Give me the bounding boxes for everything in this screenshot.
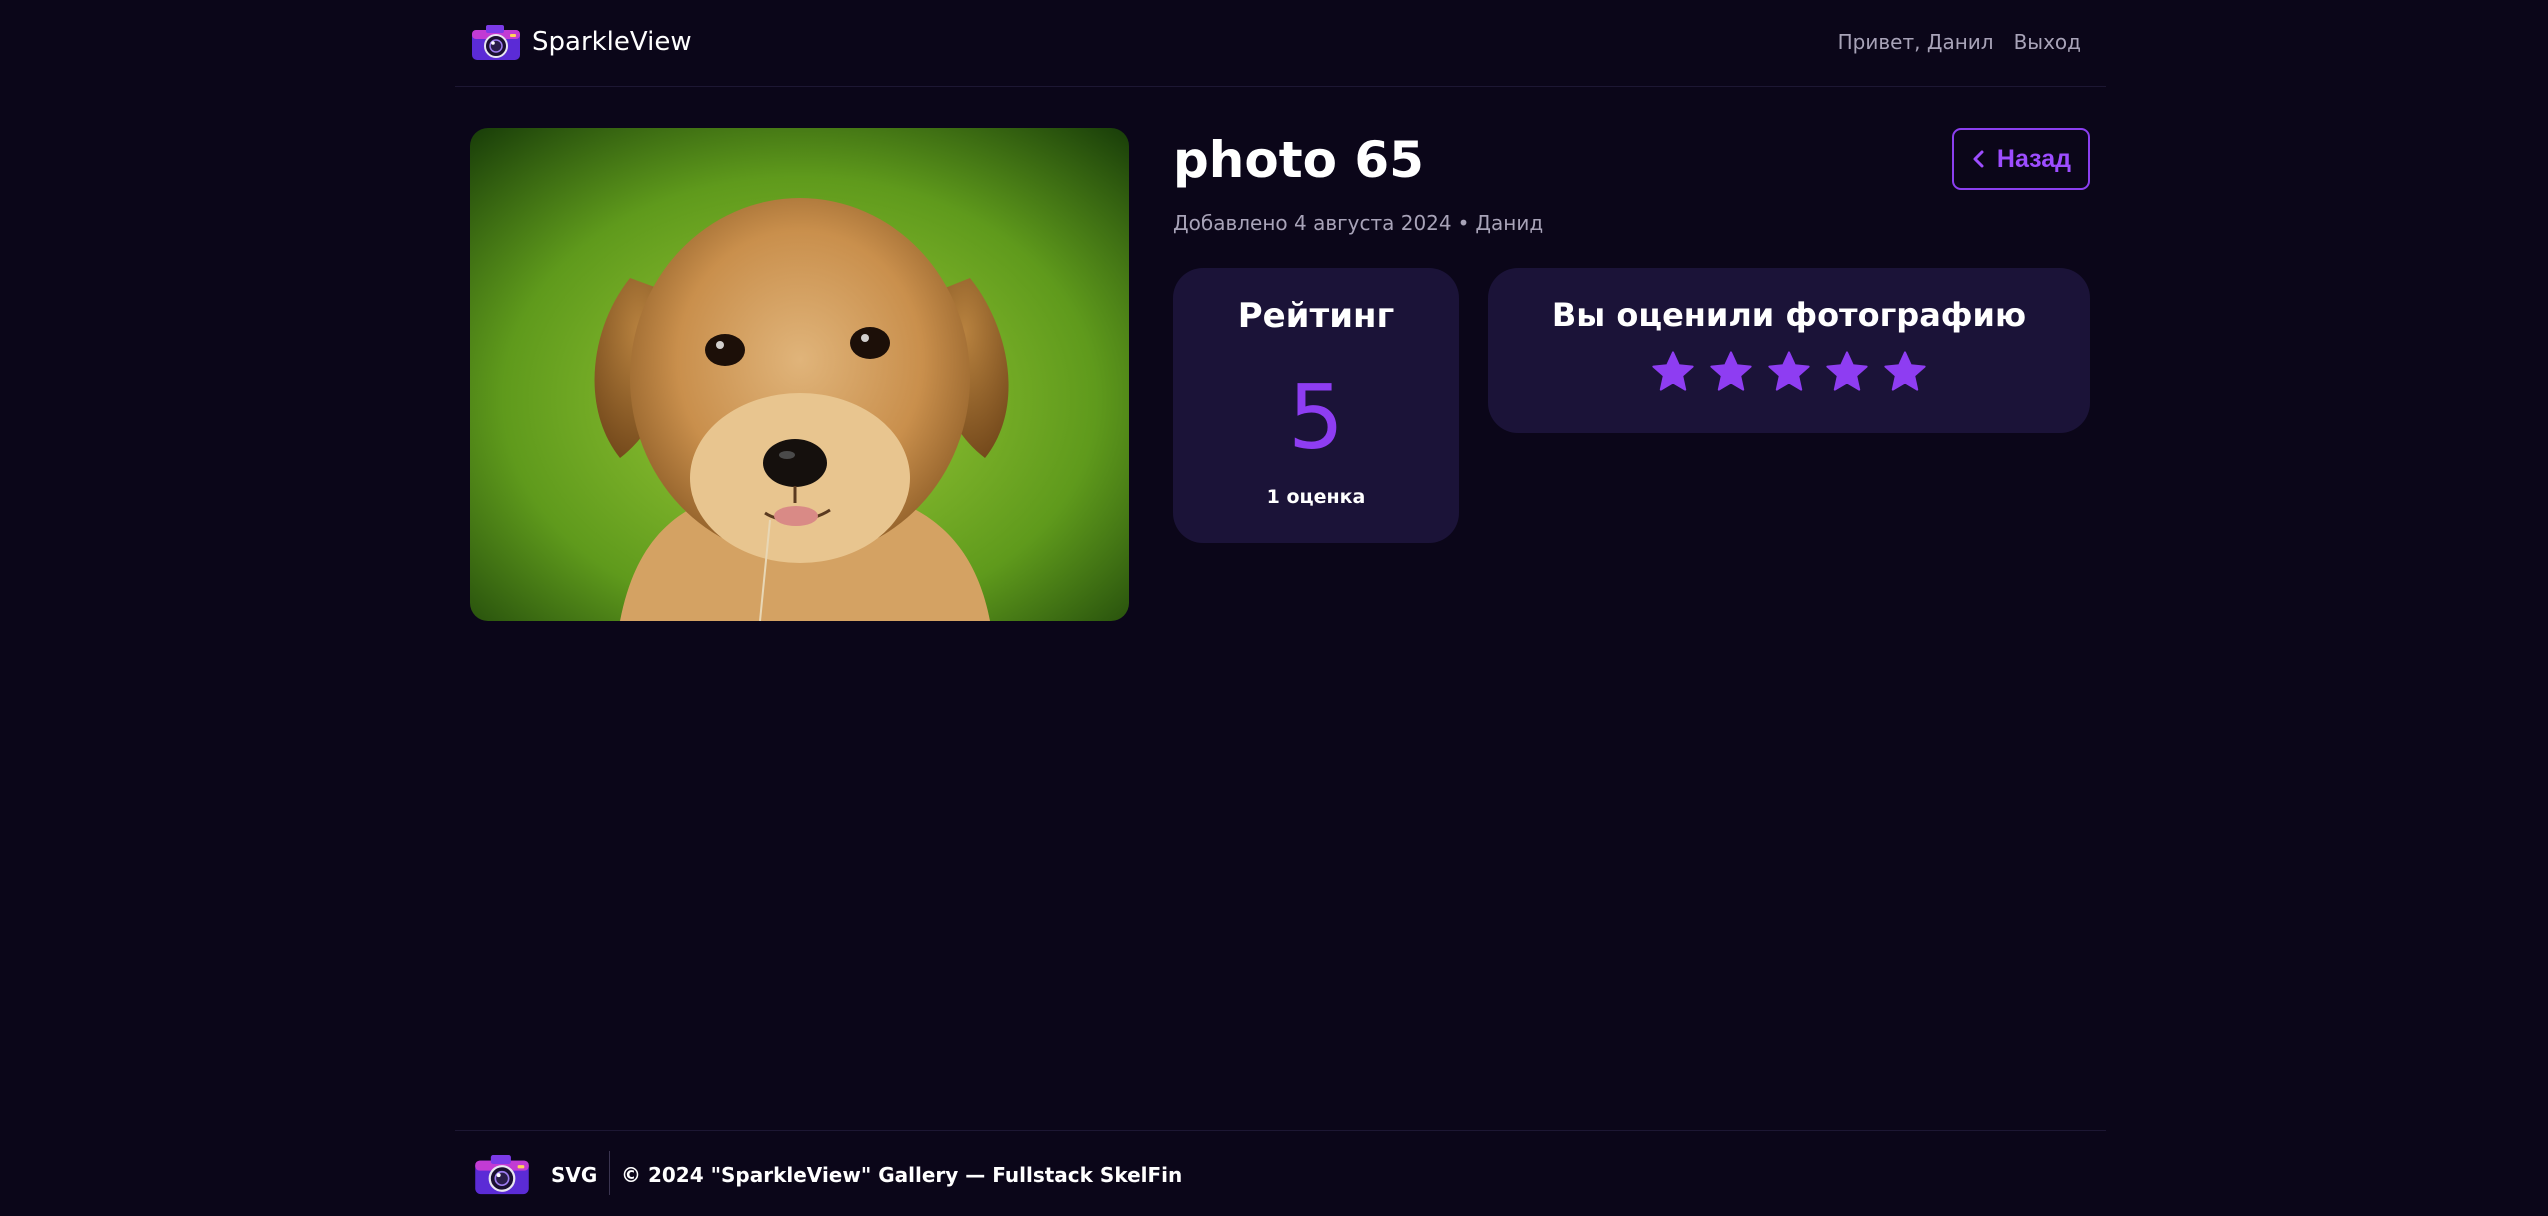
camera-logo-icon (475, 1155, 529, 1195)
your-rating-card: Вы оценили фотографию (1488, 268, 2090, 433)
user-greeting: Привет, Данил (1837, 30, 1994, 54)
footer-divider (609, 1151, 610, 1195)
star-icon[interactable] (1707, 348, 1755, 396)
your-rating-title: Вы оценили фотографию (1551, 296, 2027, 334)
rating-title: Рейтинг (1237, 296, 1395, 336)
footer-copyright: © 2024 "SparkleView" Gallery — Fullstack… (621, 1163, 1183, 1187)
star-icon[interactable] (1881, 348, 1929, 396)
rating-count: 1 оценка (1266, 486, 1366, 508)
chevron-left-icon (1973, 150, 1984, 168)
user-nav: Привет, Данил Выход (1838, 30, 2081, 54)
star-icon[interactable] (1765, 348, 1813, 396)
meta-separator: • (1457, 211, 1470, 235)
photo-title: photo 65 (1173, 131, 1424, 189)
home-link[interactable]: SparkleView (470, 22, 692, 62)
photo-added-date: Добавлено 4 августа 2024 (1173, 211, 1452, 235)
photo-author: Данид (1475, 211, 1544, 235)
site-header: SparkleView Привет, Данил Выход (455, 0, 2106, 87)
rating-card: Рейтинг 5 1 оценка (1173, 268, 1459, 543)
site-footer: SVG © 2024 "SparkleView" Gallery — Fulls… (455, 1130, 2106, 1216)
footer-svg-link[interactable]: SVG (551, 1163, 597, 1187)
star-rating (1488, 348, 2090, 396)
star-icon[interactable] (1823, 348, 1871, 396)
photo-image (470, 128, 1129, 621)
back-button[interactable]: Назад (1952, 128, 2090, 190)
camera-logo-icon (472, 25, 520, 60)
rating-value: 5 (1288, 366, 1344, 469)
photo-meta: Добавлено 4 августа 2024 • Данид (1173, 211, 1543, 235)
back-button-label: Назад (1996, 144, 2072, 173)
logout-link[interactable]: Выход (2014, 30, 2081, 54)
page: SparkleView Привет, Данил Выход photo 65… (0, 0, 2548, 1216)
puppy-photo-illustration (470, 128, 1129, 621)
brand-name: SparkleView (532, 27, 692, 57)
star-icon[interactable] (1649, 348, 1697, 396)
